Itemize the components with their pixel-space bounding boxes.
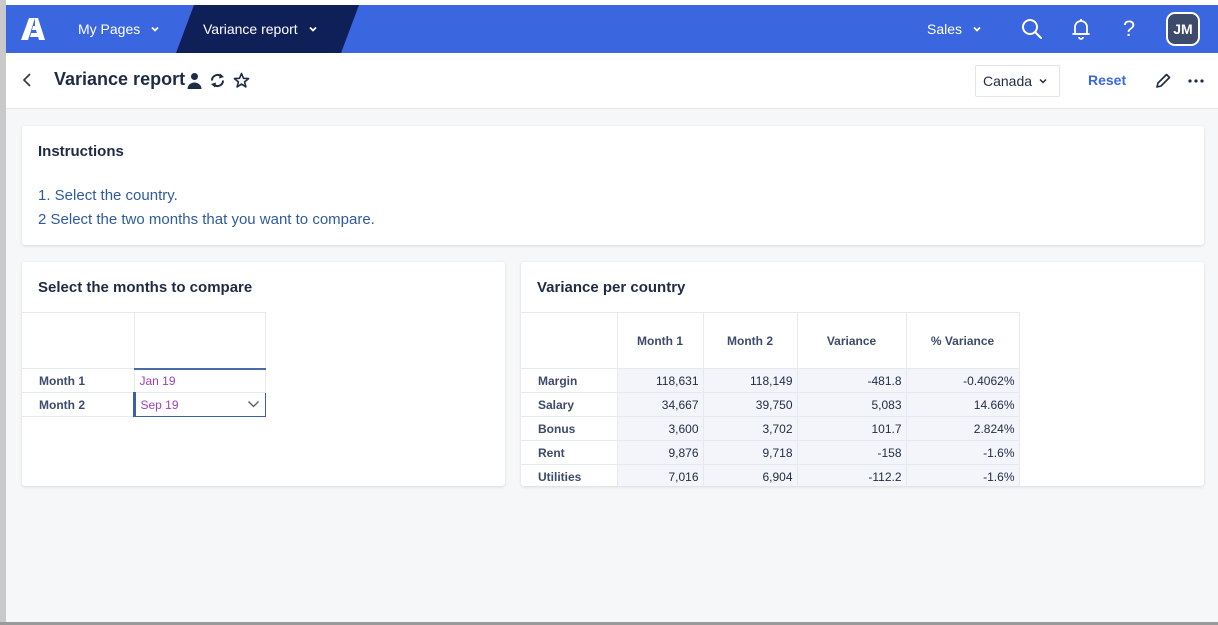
cell-month-2: 9,718 xyxy=(702,440,798,465)
chevron-down-icon xyxy=(973,26,981,32)
app-logo-icon[interactable] xyxy=(20,16,46,42)
variance-header-row: Month 1 Month 2 Variance % Variance xyxy=(521,312,1020,369)
column-header-month-1: Month 1 xyxy=(616,312,704,369)
instructions-card: Instructions 1. Select the country. 2 Se… xyxy=(22,126,1204,245)
table-row: Salary 34,667 39,750 5,083 14.66% xyxy=(521,392,1020,417)
cell-month-2: 3,702 xyxy=(702,416,798,441)
nav-variance-report[interactable]: Variance report xyxy=(176,5,359,53)
column-header-variance: Variance xyxy=(796,312,907,369)
table-row: Utilities 7,016 6,904 -112.2 -1.6% xyxy=(521,464,1020,486)
search-icon[interactable] xyxy=(1020,17,1044,41)
month-1-value[interactable]: Jan 19 xyxy=(133,368,266,393)
variance-table: Month 1 Month 2 Variance % Variance Marg… xyxy=(521,312,1020,486)
variance-card-title: Variance per country xyxy=(537,279,686,296)
cell-pct-variance: 14.66% xyxy=(905,392,1020,417)
month-1-label: Month 1 xyxy=(22,368,135,393)
months-card-title: Select the months to compare xyxy=(38,279,253,296)
cell-pct-variance: 2.824% xyxy=(905,416,1020,441)
row-label: Rent xyxy=(521,440,618,465)
cell-pct-variance: -1.6% xyxy=(905,440,1020,465)
row-label: Utilities xyxy=(521,464,618,486)
month-row: Month 1 Jan 19 xyxy=(22,368,266,393)
months-selection-card: Select the months to compare Month 1 Jan… xyxy=(22,262,505,486)
nav-my-pages[interactable]: My Pages xyxy=(78,5,160,53)
table-row: Bonus 3,600 3,702 101.7 2.824% xyxy=(521,416,1020,441)
month-row: Month 2 Sep 19 xyxy=(22,392,266,417)
star-icon[interactable] xyxy=(233,72,250,89)
cell-pct-variance: -1.6% xyxy=(905,464,1020,486)
month-2-value: Sep 19 xyxy=(140,397,179,412)
month-2-dropdown[interactable]: Sep 19 xyxy=(132,392,266,417)
page-title: Variance report xyxy=(54,69,186,89)
table-row: Margin 118,631 118,149 -481.8 -0.4062% xyxy=(521,368,1020,393)
workspace-selector[interactable]: Sales xyxy=(927,5,982,53)
instruction-line: 1. Select the country. xyxy=(38,187,178,204)
workspace-label: Sales xyxy=(927,21,963,37)
cell-variance: -112.2 xyxy=(796,464,907,486)
page-header: Variance report Canada Reset xyxy=(6,53,1218,109)
cell-variance: 5,083 xyxy=(796,392,907,417)
cell-month-1: 3,600 xyxy=(616,416,704,441)
variance-card: Variance per country Month 1 Month 2 Var… xyxy=(521,262,1204,486)
user-icon xyxy=(187,73,202,89)
cell-month-1: 7,016 xyxy=(616,464,704,486)
row-label: Bonus xyxy=(521,416,618,441)
column-header-month-2: Month 2 xyxy=(702,312,798,369)
bell-icon[interactable] xyxy=(1069,17,1093,41)
reset-button[interactable]: Reset xyxy=(1088,72,1126,88)
cell-month-1: 9,876 xyxy=(616,440,704,465)
more-options-icon[interactable] xyxy=(1187,72,1205,90)
column-header xyxy=(521,312,618,369)
refresh-icon[interactable] xyxy=(209,72,226,89)
country-dropdown[interactable]: Canada xyxy=(975,65,1060,97)
month-2-label: Month 2 xyxy=(22,392,135,417)
instructions-title: Instructions xyxy=(38,143,124,160)
top-navigation-bar: My Pages Variance report Sales ? JM xyxy=(6,5,1218,53)
pencil-icon[interactable] xyxy=(1154,72,1172,90)
cell-month-1: 118,631 xyxy=(616,368,704,393)
row-label: Margin xyxy=(521,368,618,393)
months-table-header-row xyxy=(22,312,266,370)
header-cell xyxy=(133,312,266,370)
table-row: Rent 9,876 9,718 -158 -1.6% xyxy=(521,440,1020,465)
cell-month-2: 118,149 xyxy=(702,368,798,393)
chevron-down-icon xyxy=(1039,78,1047,84)
cell-pct-variance: -0.4062% xyxy=(905,368,1020,393)
user-avatar[interactable]: JM xyxy=(1166,12,1200,46)
chevron-down-icon xyxy=(247,401,259,408)
column-header-pct-variance: % Variance xyxy=(905,312,1020,369)
country-selected-value: Canada xyxy=(983,73,1033,89)
cell-month-2: 6,904 xyxy=(702,464,798,486)
row-label: Salary xyxy=(521,392,618,417)
help-icon[interactable]: ? xyxy=(1117,17,1141,41)
nav-my-pages-label: My Pages xyxy=(78,21,141,37)
chevron-down-icon xyxy=(151,26,159,32)
cell-month-1: 34,667 xyxy=(616,392,704,417)
header-cell xyxy=(22,312,135,369)
nav-variance-report-label: Variance report xyxy=(203,21,298,37)
cell-variance: -158 xyxy=(796,440,907,465)
cell-variance: 101.7 xyxy=(796,416,907,441)
chevron-down-icon xyxy=(308,24,318,34)
cell-variance: -481.8 xyxy=(796,368,907,393)
instruction-line: 2 Select the two months that you want to… xyxy=(38,211,375,228)
back-arrow-icon[interactable] xyxy=(20,71,34,89)
cell-month-2: 39,750 xyxy=(702,392,798,417)
months-table: Month 1 Jan 19 Month 2 Sep 19 xyxy=(22,312,266,417)
